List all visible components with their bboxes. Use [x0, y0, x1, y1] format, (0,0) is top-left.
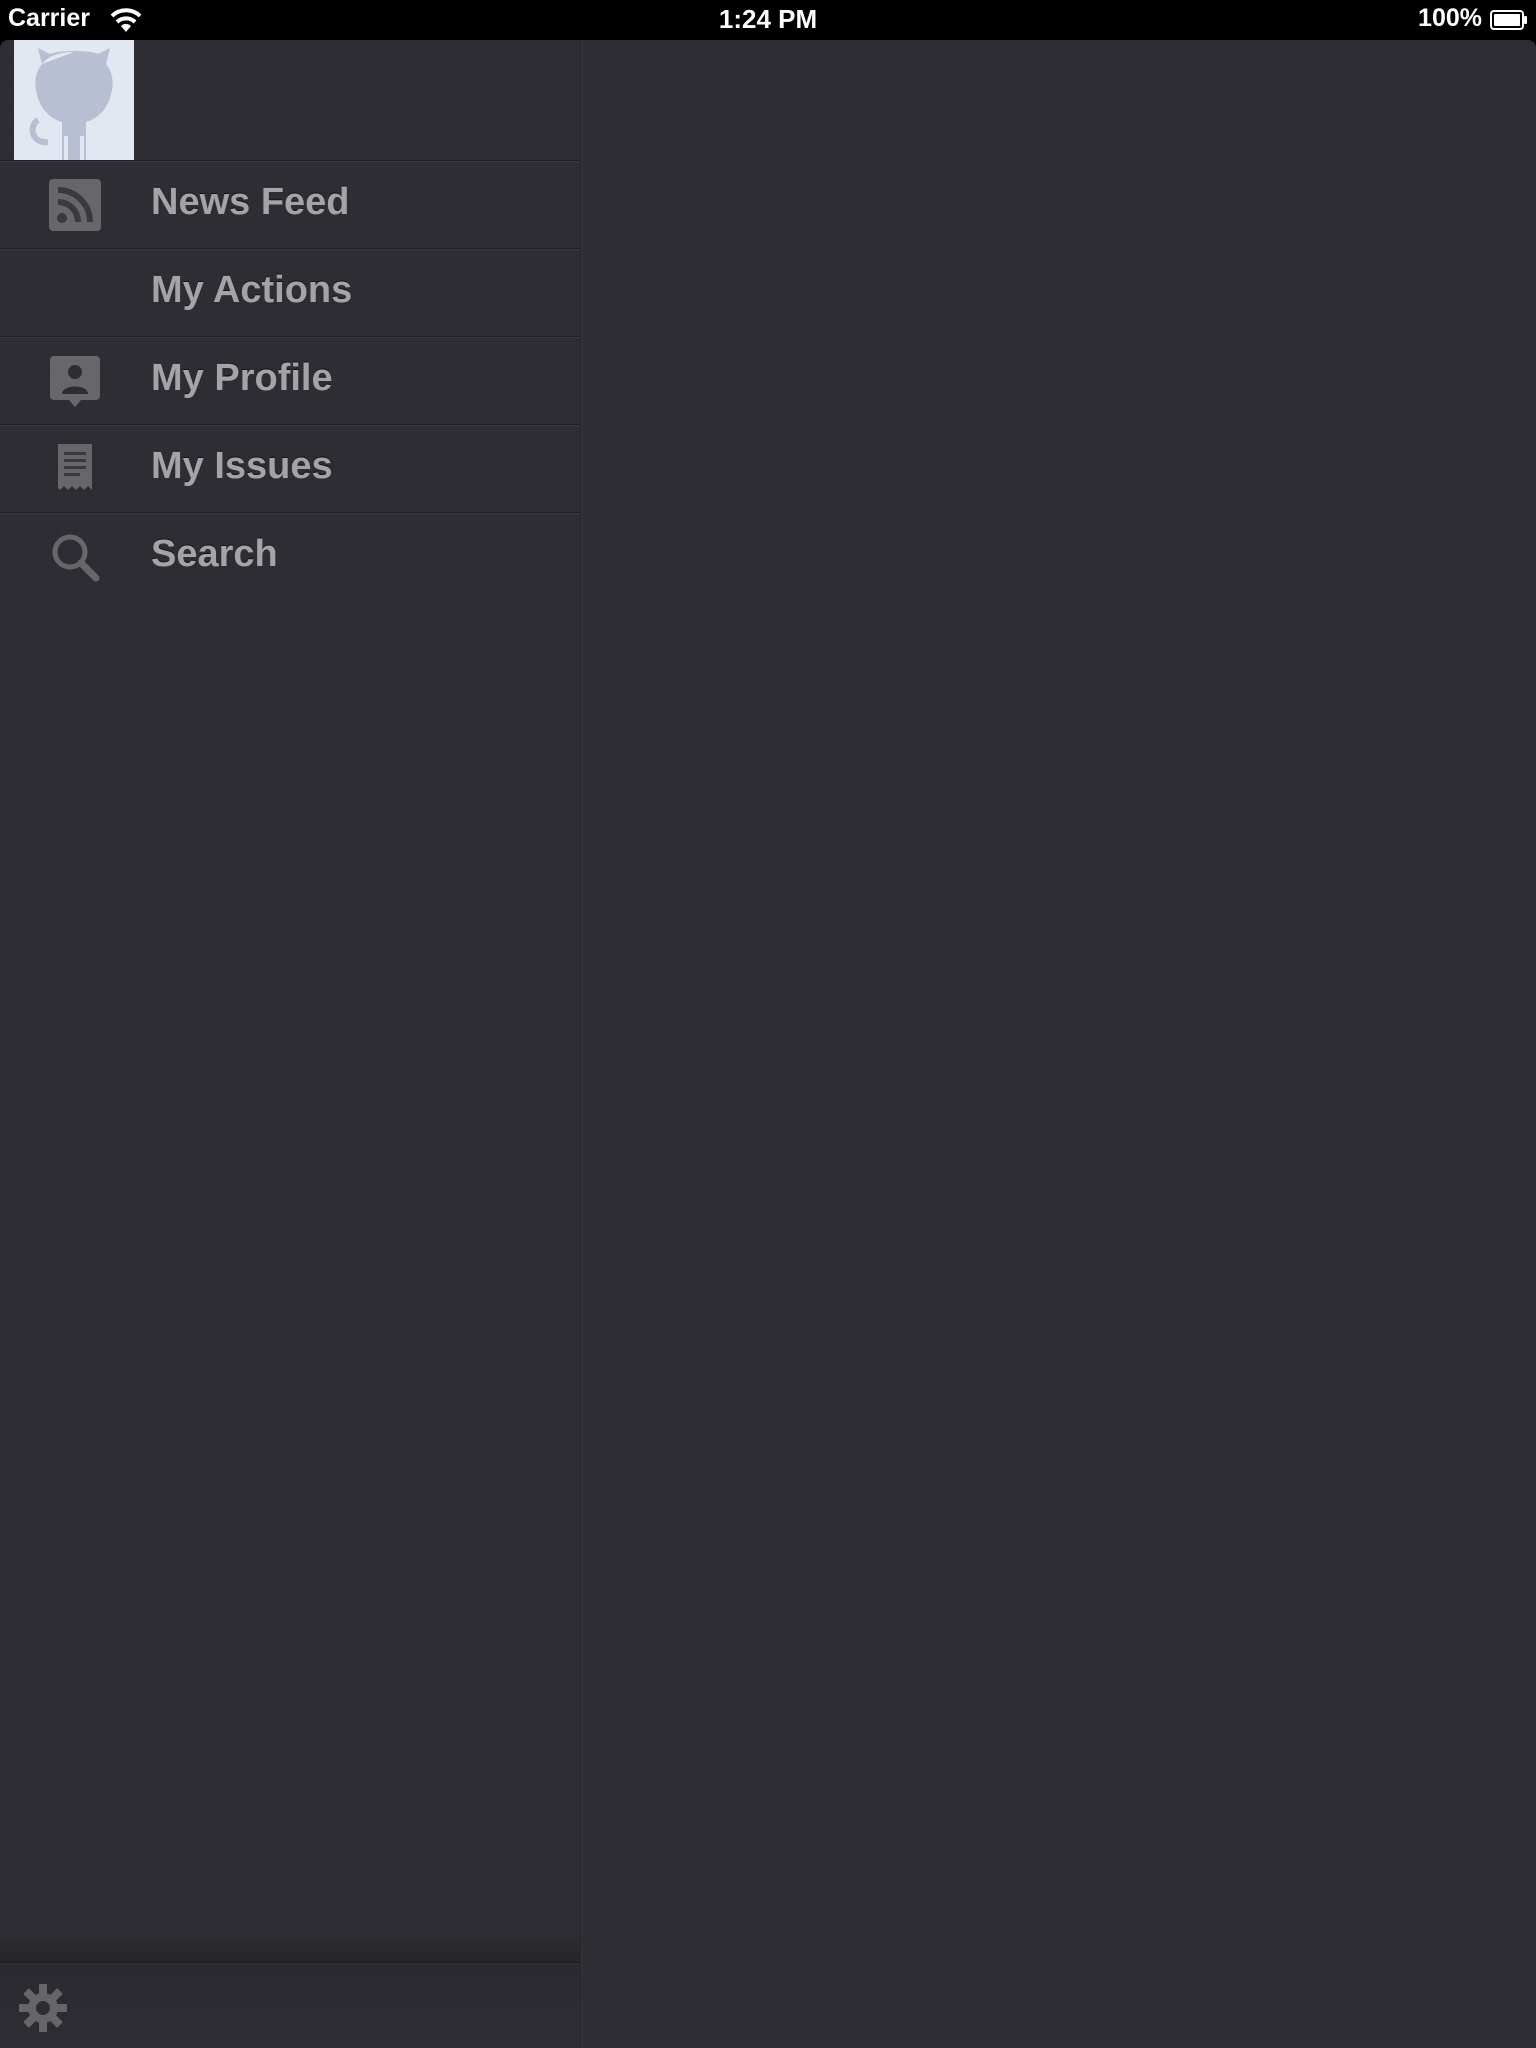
- sidebar-menu: News Feed My Actions My Profile My Issue…: [0, 40, 581, 2048]
- menu-label-search: Search: [151, 533, 278, 575]
- status-bar: Carrier 1:24 PM 100%: [0, 0, 1536, 40]
- menu-item-my-actions[interactable]: My Actions: [0, 249, 580, 337]
- menu-item-my-profile[interactable]: My Profile: [0, 337, 580, 425]
- search-icon: [52, 534, 100, 582]
- footer-shadow: [0, 1932, 580, 1962]
- menu-item-news-feed[interactable]: News Feed: [0, 161, 580, 249]
- menu-label-news-feed: News Feed: [151, 181, 350, 223]
- menu-label-my-actions: My Actions: [151, 269, 353, 311]
- nav-menu: News Feed My Actions My Profile My Issue…: [0, 161, 580, 600]
- main-content-area: [581, 40, 1536, 2048]
- app-window: News Feed My Actions My Profile My Issue…: [0, 40, 1536, 2048]
- issues-icon: [58, 444, 92, 490]
- menu-item-search[interactable]: Search: [0, 513, 580, 600]
- status-time: 1:24 PM: [718, 4, 818, 34]
- menu-label-my-profile: My Profile: [151, 357, 333, 399]
- rss-icon: [49, 179, 101, 231]
- battery-percent: 100%: [1418, 4, 1482, 32]
- gear-icon[interactable]: [18, 1983, 68, 2033]
- octocat-avatar-icon: [29, 48, 113, 160]
- menu-label-my-issues: My Issues: [151, 445, 333, 487]
- user-avatar[interactable]: [14, 40, 134, 160]
- menu-item-my-issues[interactable]: My Issues: [0, 425, 580, 513]
- battery-icon: [1490, 10, 1527, 30]
- avatar-row: [0, 40, 580, 161]
- sidebar-footer: [0, 1962, 580, 2048]
- profile-icon: [50, 356, 100, 407]
